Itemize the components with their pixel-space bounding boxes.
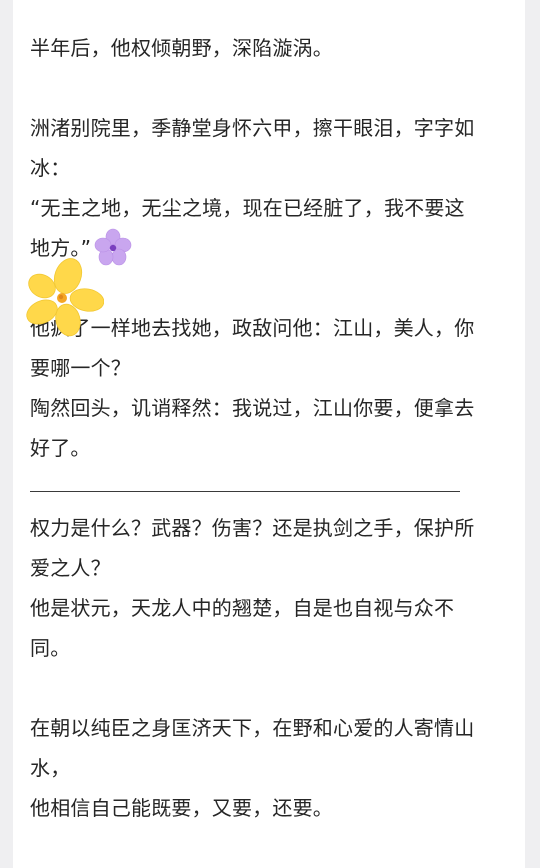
section-divider	[30, 491, 460, 492]
paragraph-8-line-2: 水，	[30, 756, 71, 780]
paragraph-3-line-1: “无主之地，无尘之境，现在已经脏了，我不要这	[30, 196, 465, 220]
divider-space	[30, 468, 510, 508]
paragraph-5-line-1: 陶然回头，讥诮释然：我说过，江山你要，便拿去	[30, 396, 475, 420]
paragraph-9: 他相信自己能既要，又要，还要。	[30, 796, 333, 820]
yellow-flower-icon	[26, 258, 104, 337]
paragraph-1: 半年后，他权倾朝野，深陷漩涡。	[30, 36, 333, 60]
paragraph-8-line-1: 在朝以纯臣之身匡济天下，在野和心爱的人寄情山	[30, 716, 475, 740]
article-body: 半年后，他权倾朝野，深陷漩涡。 洲渚别院里，季静堂身怀六甲，擦干眼泪，字字如 冰…	[30, 28, 510, 828]
paragraph-4-line-2: 要哪一个？	[30, 356, 131, 380]
paragraph-5-line-2: 好了。	[30, 436, 91, 460]
paragraph-2-line-1: 洲渚别院里，季静堂身怀六甲，擦干眼泪，字字如	[30, 116, 475, 140]
paragraph-7-line-1: 他是状元，天龙人中的翘楚，自是也自视与众不	[30, 596, 455, 620]
paragraph-2-line-2: 冰：	[30, 156, 71, 180]
paragraph-6-line-1: 权力是什么？武器？伤害？还是执剑之手，保护所	[30, 516, 475, 540]
paragraph-6-line-2: 爱之人？	[30, 556, 111, 580]
paragraph-7-line-2: 同。	[30, 636, 71, 660]
